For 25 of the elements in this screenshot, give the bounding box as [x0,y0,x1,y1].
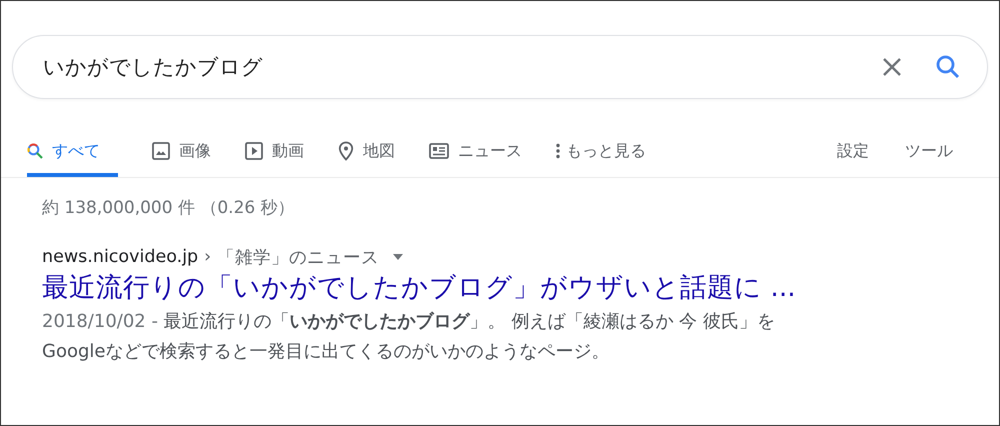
result-url[interactable]: news.nicovideo.jp [42,247,198,267]
result-stats: 約 138,000,000 件 （0.26 秒） [42,197,296,219]
tab[interactable]: もっと見る [556,129,646,177]
search-icon[interactable] [935,54,961,80]
more-icon [556,143,560,159]
tab[interactable]: すべて [27,129,118,177]
close-icon[interactable] [881,56,903,78]
image-icon [152,142,170,160]
tab[interactable]: 動画 [245,129,304,177]
breadcrumb: 「雑学」のニュース [217,247,380,269]
search-field[interactable]: いかがでしたかブログ [12,35,988,99]
tab[interactable]: ニュース [429,129,522,177]
news-icon [429,143,449,159]
tab[interactable]: 地図 [338,129,395,177]
search-icon [27,143,43,159]
tool-link[interactable]: 設定 [837,129,869,177]
result-title-link[interactable]: 最近流行りの「いかがでしたかブログ」がウザいと話題に ... [42,269,796,305]
breadcrumb-separator: › [204,247,212,267]
map-pin-icon [338,141,354,161]
tool-link[interactable]: ツール [905,129,953,177]
search-input[interactable]: いかがでしたかブログ [43,55,881,79]
caret-icon[interactable] [393,254,404,260]
tab[interactable]: 画像 [152,129,211,177]
result-snippet: 2018/10/02 - 最近流行りの「いかがでしたかブログ」。 例えば「綾瀬はるか 今 彼氏」をGoogleなどで検索すると一発目に出てくるのがいかのようなページ。 [42,310,776,364]
play-icon [245,142,263,160]
